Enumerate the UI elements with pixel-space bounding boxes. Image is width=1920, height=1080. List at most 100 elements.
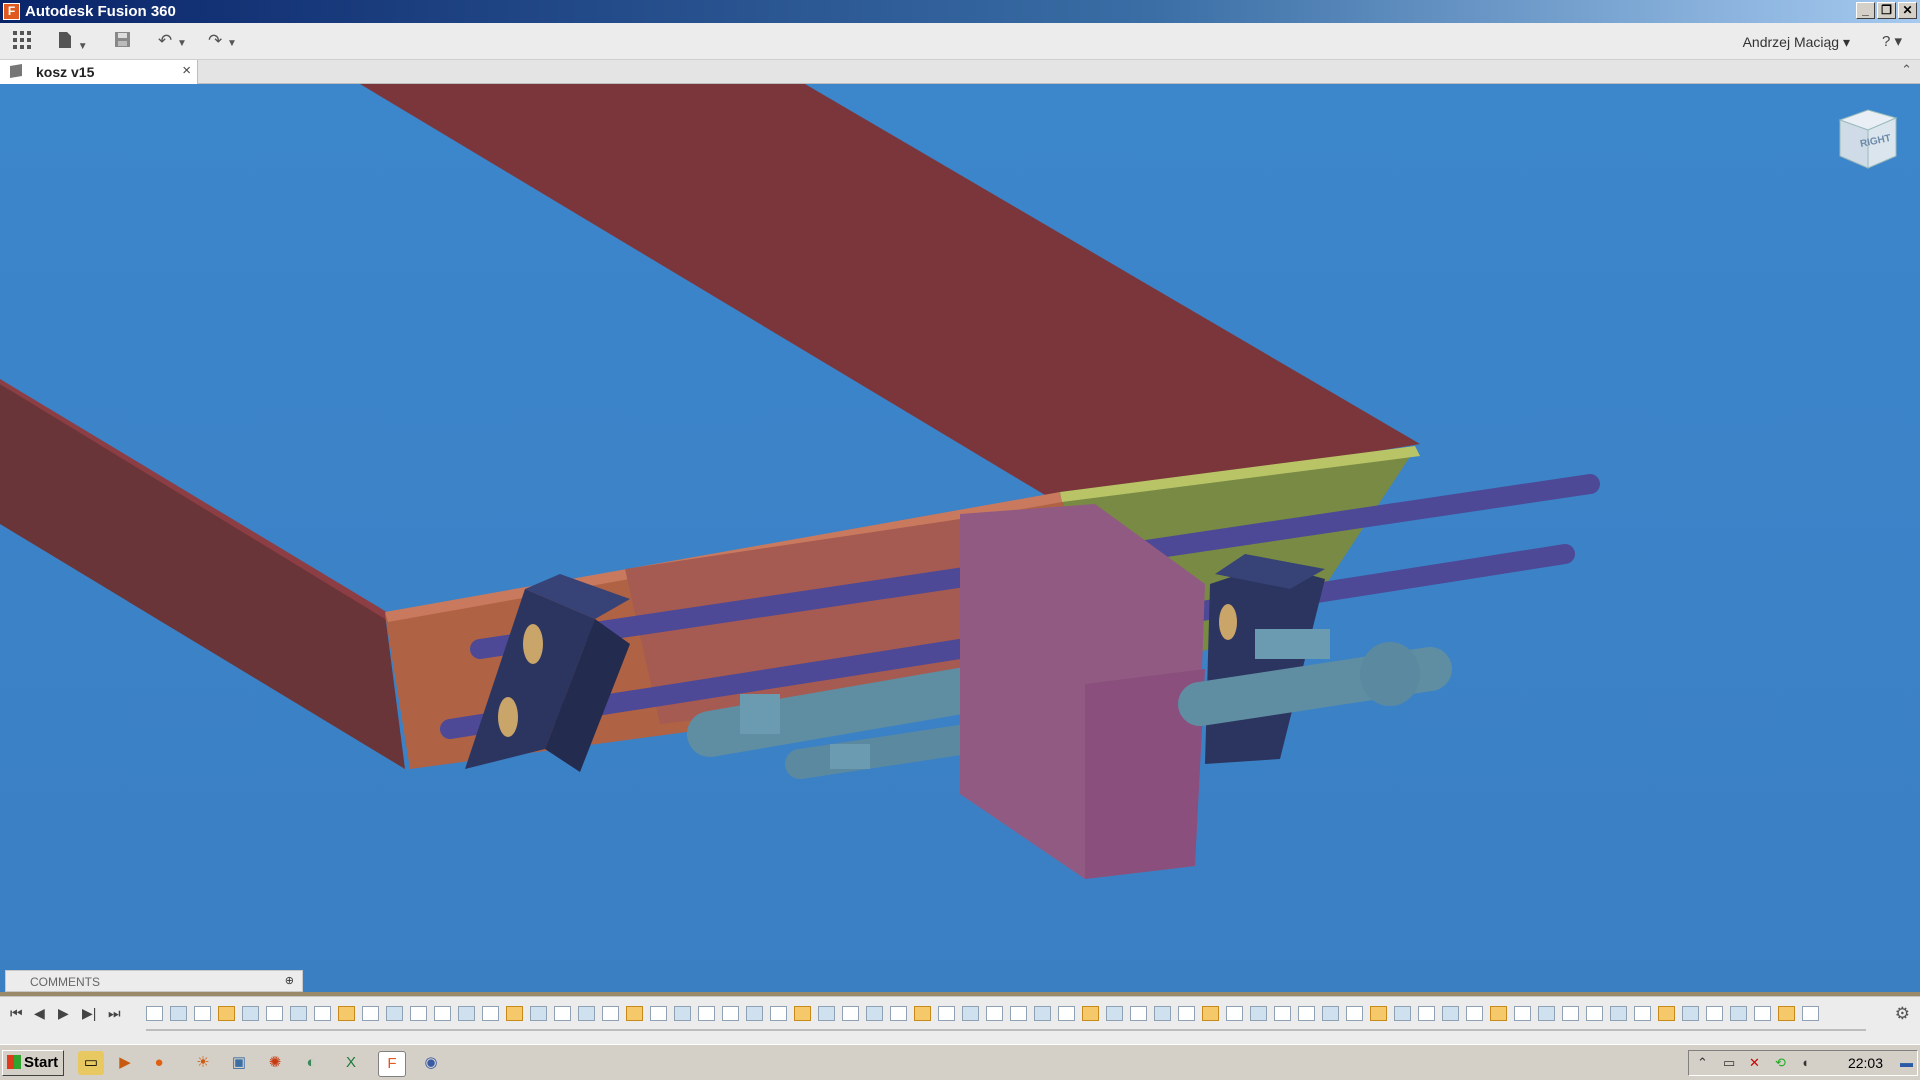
media-player-icon[interactable]: ▶: [112, 1051, 138, 1075]
timeline-feature-icon[interactable]: [1514, 1006, 1531, 1021]
timeline-feature-icon[interactable]: [818, 1006, 835, 1021]
timeline-feature-icon[interactable]: [1202, 1006, 1219, 1021]
timeline-feature-icon[interactable]: [1490, 1006, 1507, 1021]
timeline-first-button[interactable]: ⏮: [10, 1005, 23, 1022]
show-desktop-icon[interactable]: ▬: [1900, 1055, 1913, 1070]
timeline-feature-icon[interactable]: [1370, 1006, 1387, 1021]
timeline-feature-icon[interactable]: [1010, 1006, 1027, 1021]
timeline-feature-icon[interactable]: [146, 1006, 163, 1021]
timeline-feature-icon[interactable]: [1586, 1006, 1603, 1021]
add-comment-icon[interactable]: ⊕: [285, 974, 294, 987]
timeline-feature-icon[interactable]: [362, 1006, 379, 1021]
3d-viewport[interactable]: RIGHT COMMENTS ⊕: [0, 84, 1920, 992]
frame-beam-top[interactable]: [360, 84, 1420, 504]
frame-beam-left[interactable]: [0, 384, 405, 769]
timeline-feature-icon[interactable]: [746, 1006, 763, 1021]
timeline-settings-icon[interactable]: ⚙: [1895, 1004, 1910, 1024]
timeline-feature-icon[interactable]: [554, 1006, 571, 1021]
timeline-feature-icon[interactable]: [674, 1006, 691, 1021]
timeline-feature-icon[interactable]: [722, 1006, 739, 1021]
timeline-feature-icon[interactable]: [1706, 1006, 1723, 1021]
timeline-feature-icon[interactable]: [938, 1006, 955, 1021]
timeline-feature-icon[interactable]: [338, 1006, 355, 1021]
mount-block-right[interactable]: [1205, 564, 1325, 764]
network-icon[interactable]: ▭: [1723, 1055, 1735, 1071]
app-icon[interactable]: ◐: [298, 1051, 324, 1075]
timeline-feature-icon[interactable]: [1346, 1006, 1363, 1021]
timeline-feature-icon[interactable]: [1754, 1006, 1771, 1021]
model-canvas[interactable]: [0, 84, 1920, 992]
restore-button[interactable]: ❐: [1877, 2, 1896, 19]
timeline-feature-icon[interactable]: [1442, 1006, 1459, 1021]
timeline-feature-icon[interactable]: [266, 1006, 283, 1021]
timeline-feature-icon[interactable]: [218, 1006, 235, 1021]
timeline-feature-icon[interactable]: [290, 1006, 307, 1021]
collapse-tabs-icon[interactable]: ⌃: [1901, 62, 1912, 78]
app-icon[interactable]: ◉: [418, 1051, 444, 1075]
timeline-feature-icon[interactable]: [1106, 1006, 1123, 1021]
app-icon[interactable]: ☀: [190, 1051, 216, 1075]
timeline-feature-icon[interactable]: [866, 1006, 883, 1021]
timeline-feature-icon[interactable]: [1058, 1006, 1075, 1021]
excel-icon[interactable]: X: [338, 1051, 364, 1075]
timeline-feature-icon[interactable]: [1274, 1006, 1291, 1021]
timeline-feature-icon[interactable]: [410, 1006, 427, 1021]
timeline-feature-icon[interactable]: [650, 1006, 667, 1021]
timeline-feature-strip[interactable]: [146, 1006, 1866, 1024]
timeline-feature-icon[interactable]: [530, 1006, 547, 1021]
timeline-feature-icon[interactable]: [1466, 1006, 1483, 1021]
timeline-feature-icon[interactable]: [506, 1006, 523, 1021]
firefox-icon[interactable]: ●: [146, 1051, 172, 1075]
timeline-rail[interactable]: [146, 1029, 1866, 1031]
timeline-feature-icon[interactable]: [1034, 1006, 1051, 1021]
timeline-feature-icon[interactable]: [1130, 1006, 1147, 1021]
timeline-feature-icon[interactable]: [770, 1006, 787, 1021]
timeline-feature-icon[interactable]: [986, 1006, 1003, 1021]
timeline-feature-icon[interactable]: [1322, 1006, 1339, 1021]
app-icon[interactable]: ✺: [262, 1051, 288, 1075]
volume-icon[interactable]: ◖: [1801, 1055, 1809, 1070]
timeline-feature-icon[interactable]: [1394, 1006, 1411, 1021]
redo-button[interactable]: ↷ ▼: [208, 31, 237, 51]
undo-button[interactable]: ↶ ▼: [158, 31, 187, 51]
timeline-feature-icon[interactable]: [578, 1006, 595, 1021]
timeline-feature-icon[interactable]: [1802, 1006, 1819, 1021]
fusion-360-taskbar-icon[interactable]: F: [378, 1051, 406, 1077]
timeline-feature-icon[interactable]: [842, 1006, 859, 1021]
timeline-feature-icon[interactable]: [458, 1006, 475, 1021]
close-tab-icon[interactable]: ×: [182, 62, 191, 79]
file-menu-button[interactable]: ▼: [57, 31, 88, 52]
start-button[interactable]: Start: [2, 1050, 64, 1076]
timeline-feature-icon[interactable]: [1610, 1006, 1627, 1021]
timeline-feature-icon[interactable]: [1634, 1006, 1651, 1021]
document-tab[interactable]: kosz v15 ×: [0, 60, 198, 84]
timeline-feature-icon[interactable]: [1178, 1006, 1195, 1021]
close-window-button[interactable]: ✕: [1898, 2, 1917, 19]
timeline-next-button[interactable]: ▶|: [82, 1005, 96, 1022]
tray-sync-icon[interactable]: ⟲: [1775, 1055, 1786, 1071]
timeline-feature-icon[interactable]: [1418, 1006, 1435, 1021]
save-button[interactable]: [114, 31, 131, 51]
timeline-feature-icon[interactable]: [434, 1006, 451, 1021]
timeline-feature-icon[interactable]: [602, 1006, 619, 1021]
timeline-feature-icon[interactable]: [1538, 1006, 1555, 1021]
timeline-previous-button[interactable]: ◀: [34, 1005, 45, 1022]
timeline-feature-icon[interactable]: [962, 1006, 979, 1021]
view-cube[interactable]: RIGHT: [1834, 106, 1900, 172]
timeline-feature-icon[interactable]: [314, 1006, 331, 1021]
timeline-feature-icon[interactable]: [1250, 1006, 1267, 1021]
timeline-feature-icon[interactable]: [1562, 1006, 1579, 1021]
timeline-feature-icon[interactable]: [242, 1006, 259, 1021]
app-icon[interactable]: ▣: [226, 1051, 252, 1075]
timeline-feature-icon[interactable]: [170, 1006, 187, 1021]
timeline-feature-icon[interactable]: [1226, 1006, 1243, 1021]
timeline-feature-icon[interactable]: [1658, 1006, 1675, 1021]
timeline-feature-icon[interactable]: [1298, 1006, 1315, 1021]
window-title-bar[interactable]: F Autodesk Fusion 360 _ ❐ ✕: [0, 0, 1920, 23]
timeline-feature-icon[interactable]: [1682, 1006, 1699, 1021]
timeline-feature-icon[interactable]: [794, 1006, 811, 1021]
timeline-feature-icon[interactable]: [890, 1006, 907, 1021]
timeline-last-button[interactable]: ⏭: [108, 1005, 121, 1022]
tray-alert-icon[interactable]: ✕: [1749, 1055, 1760, 1071]
comments-panel[interactable]: COMMENTS ⊕: [5, 970, 303, 992]
